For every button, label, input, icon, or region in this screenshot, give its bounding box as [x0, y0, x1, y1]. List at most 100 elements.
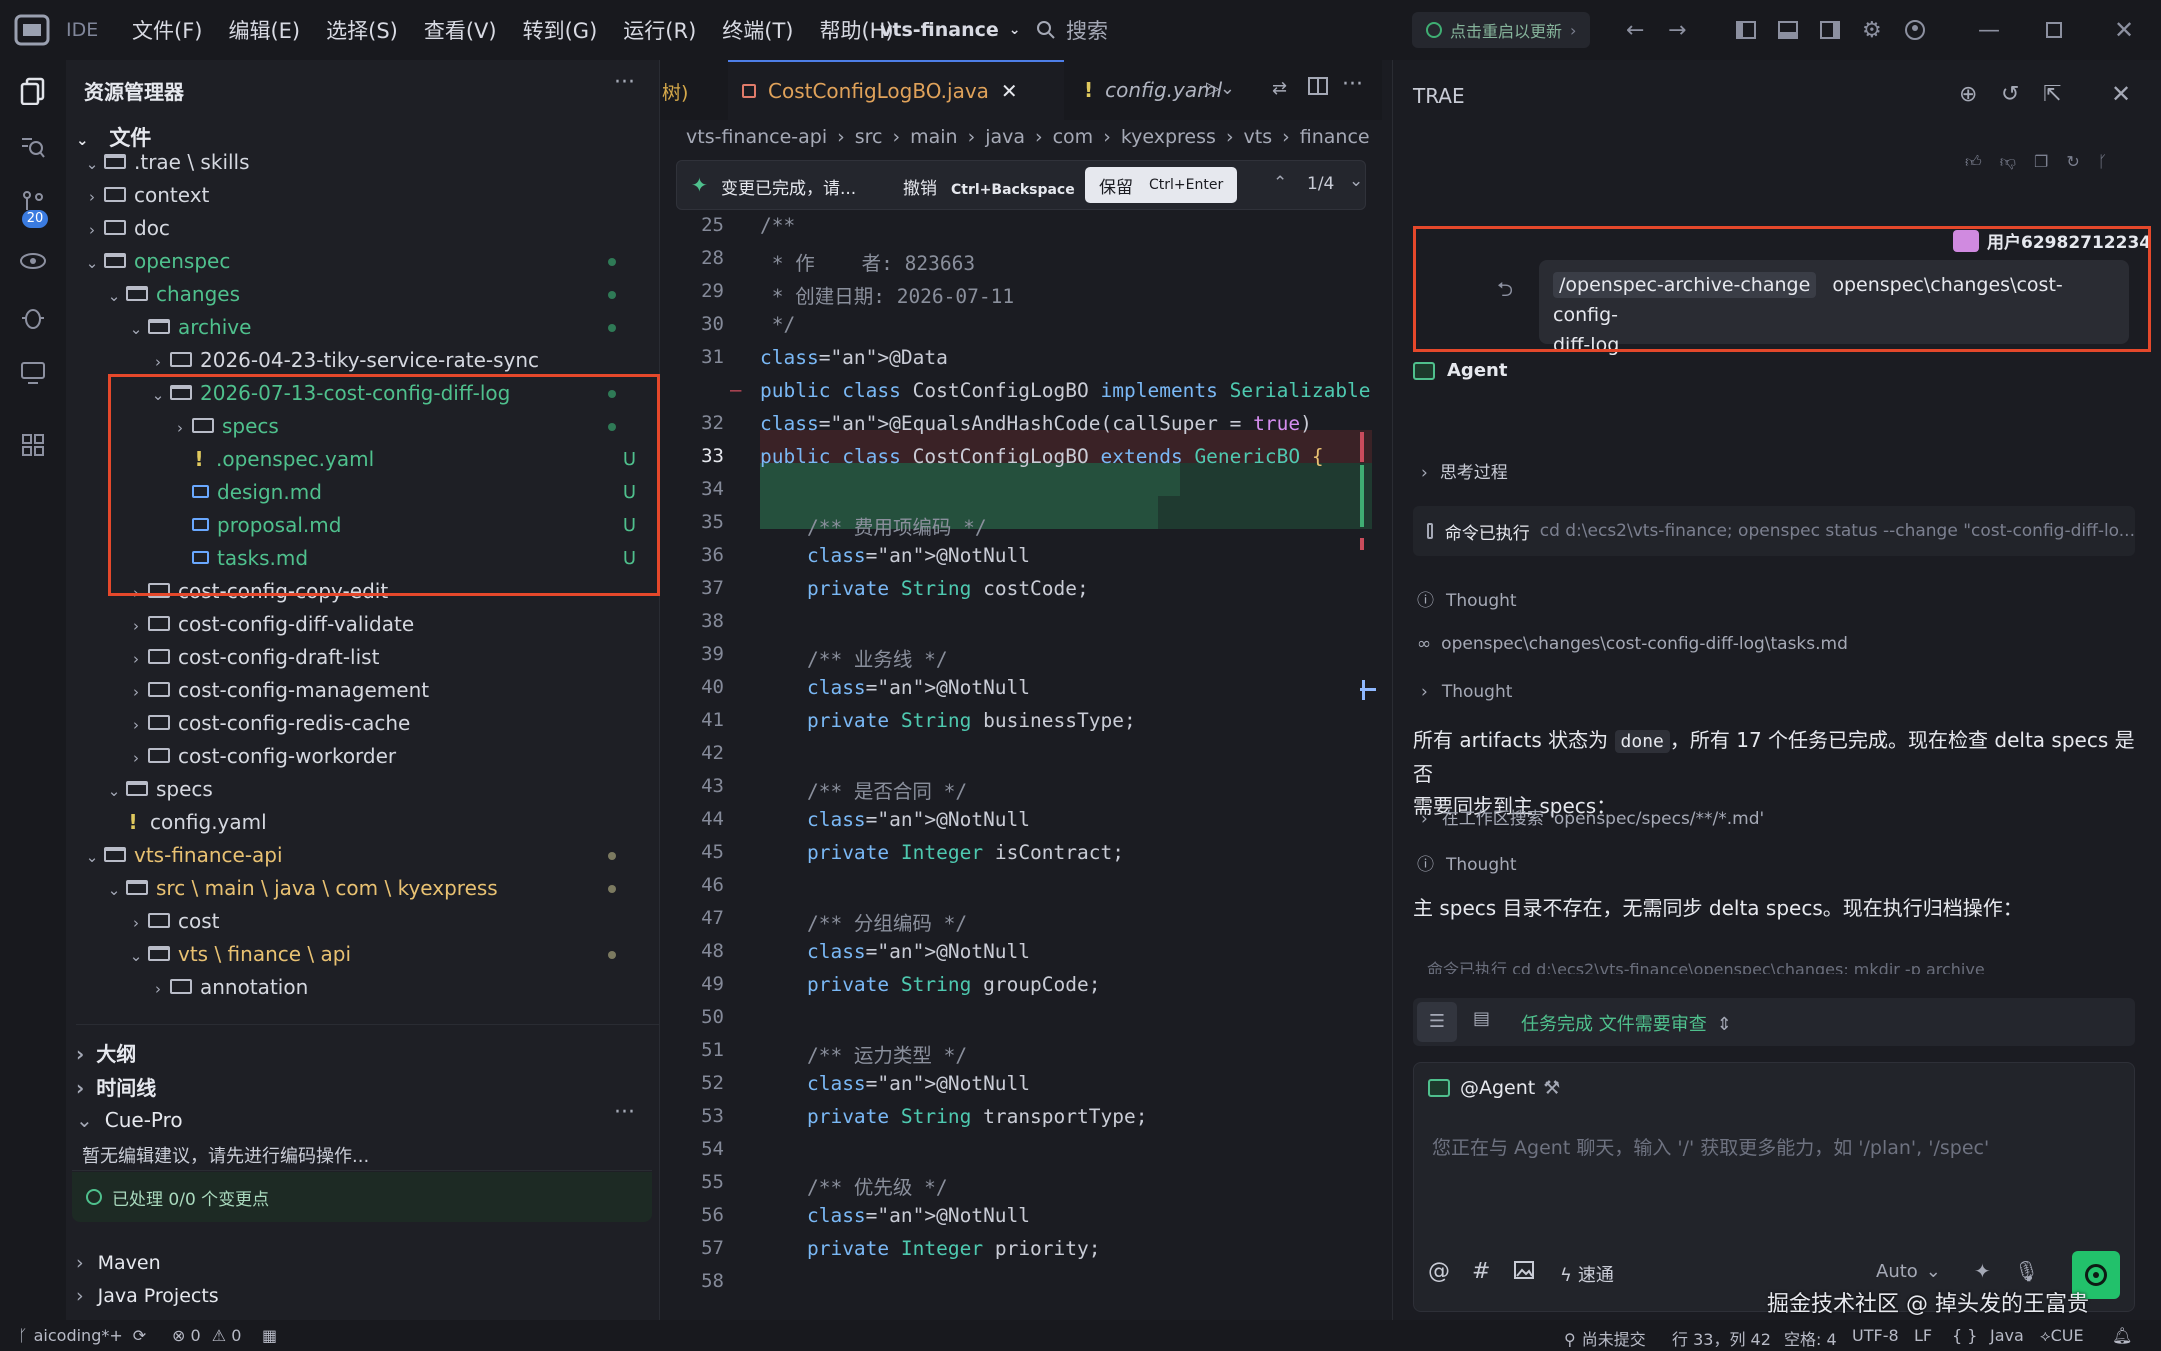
maximize-icon[interactable] — [2046, 0, 2062, 60]
problems-indicator[interactable]: ⊗ 0 ⚠ 0 — [172, 1326, 241, 1345]
nav-forward-icon[interactable]: → — [1668, 0, 1686, 60]
split-editor-icon[interactable] — [1308, 76, 1328, 100]
agent-mention[interactable]: @Agent ⚒ — [1428, 1077, 1560, 1099]
crumb[interactable]: kyexpress — [1121, 126, 1216, 148]
search-code-icon[interactable] — [12, 126, 54, 168]
tree-item[interactable]: ⌄ specs — [66, 773, 660, 806]
sparkle-enhance-icon[interactable]: ✦ — [1974, 1259, 1991, 1283]
thinking-toggle[interactable]: › 思考过程 — [1421, 458, 1508, 483]
cuepro-section[interactable]: ⌄ Cue-Pro — [76, 1108, 183, 1132]
maven-section[interactable]: › Maven — [76, 1252, 161, 1274]
indentation[interactable]: 空格: 4 — [1784, 1326, 1837, 1350]
project-switcher[interactable]: vts-finance ⌄ — [880, 0, 1021, 60]
java-projects-section[interactable]: › Java Projects — [76, 1285, 219, 1307]
regenerate-icon[interactable]: ↻ — [2066, 152, 2097, 171]
tree-item[interactable]: › cost-config-diff-validate — [66, 608, 660, 641]
more-actions-icon[interactable]: ··· — [614, 70, 635, 95]
tree-item[interactable]: › context — [66, 179, 660, 212]
compare-icon[interactable]: ⇄ — [1272, 78, 1287, 99]
close-tab-icon[interactable]: ✕ — [1001, 79, 1018, 103]
crumb[interactable]: vts-finance-api — [686, 126, 827, 148]
language-mode[interactable]: Java — [1990, 1326, 2024, 1345]
menu-goto[interactable]: 转到(G) — [523, 15, 598, 45]
tree-item[interactable]: › cost-config-redis-cache — [66, 707, 660, 740]
new-chat-icon[interactable]: ⊕ — [1959, 82, 1977, 107]
tree-item[interactable]: › cost-config-draft-list — [66, 641, 660, 674]
crumb[interactable]: src — [855, 126, 883, 148]
update-button[interactable]: 点击重启以更新 › — [1412, 12, 1591, 48]
tree-item[interactable]: ! config.yaml — [66, 806, 660, 839]
timeline-section[interactable]: › 时间线 — [76, 1072, 156, 1101]
tab-partial[interactable]: 树) — [662, 78, 688, 105]
run-icon[interactable]: ▷⌄ — [1206, 78, 1235, 99]
tree-item[interactable]: ⌄ changes — [66, 278, 660, 311]
task-status[interactable]: 任务完成 文件需要审查 ⇕ — [1521, 1010, 1732, 1036]
nav-back-icon[interactable]: ← — [1626, 0, 1644, 60]
cue-indicator[interactable]: ⟡CUE — [2040, 1326, 2084, 1346]
menu-file[interactable]: 文件(F) — [132, 15, 202, 45]
terminal-toggle-icon[interactable]: ▦ — [262, 1326, 277, 1345]
cuepro-more-icon[interactable]: ··· — [614, 1100, 635, 1125]
close-window-icon[interactable]: ✕ — [2114, 0, 2134, 60]
menu-run[interactable]: 运行(R) — [623, 15, 696, 45]
popout-icon[interactable]: ⇱ — [2043, 82, 2061, 107]
tree-item[interactable]: › cost — [66, 905, 660, 938]
tree-item[interactable]: ⌄ src \ main \ java \ com \ kyexpress — [66, 872, 660, 905]
prev-change-icon[interactable]: ⌃ — [1273, 173, 1287, 193]
commit-status[interactable]: ⚲ 尚未提交 — [1564, 1326, 1646, 1350]
git-branch[interactable]: ᚴ aicoding*+ ⟳ — [18, 1326, 146, 1345]
remote-monitor-icon[interactable] — [12, 352, 54, 394]
toggle-sidebar-icon[interactable] — [1736, 0, 1756, 60]
mention-at-icon[interactable]: @ — [1428, 1259, 1450, 1284]
outline-section[interactable]: › 大纲 — [76, 1038, 136, 1067]
crumb[interactable]: main — [910, 126, 957, 148]
menu-view[interactable]: 查看(V) — [424, 15, 497, 45]
end-of-line[interactable]: LF — [1914, 1326, 1932, 1345]
debug-bug-icon[interactable] — [12, 296, 54, 338]
editor-more-icon[interactable]: ··· — [1342, 72, 1363, 97]
encoding[interactable]: UTF-8 — [1852, 1326, 1899, 1345]
tree-item[interactable]: › cost-config-workorder — [66, 740, 660, 773]
crumb[interactable]: com — [1053, 126, 1094, 148]
thought-1[interactable]: ⓘ Thought — [1417, 586, 1517, 611]
image-upload-icon[interactable] — [1514, 1261, 1534, 1283]
keep-button[interactable]: 保留 Ctrl+Enter — [1085, 167, 1238, 203]
toggle-secondary-sidebar-icon[interactable] — [1820, 0, 1840, 60]
thought-2[interactable]: › Thought — [1421, 682, 1512, 702]
tree-item[interactable]: › annotation — [66, 971, 660, 1004]
braces-indicator[interactable]: { } — [1952, 1326, 1977, 1345]
crumb[interactable]: java — [985, 126, 1025, 148]
tree-item[interactable]: ⌄ vts \ finance \ api — [66, 938, 660, 971]
task-list-icon[interactable]: ☰ — [1417, 1002, 1457, 1042]
speed-mode-toggle[interactable]: ϟ 速通 — [1560, 1261, 1614, 1287]
workspace-search[interactable]: › 在工作区搜索 'openspec/specs/**/*.md' — [1421, 804, 1764, 829]
menu-select[interactable]: 选择(S) — [326, 15, 398, 45]
tree-item[interactable]: › 2026-04-23-tiky-service-rate-sync — [66, 344, 660, 377]
tree-item[interactable]: › doc — [66, 212, 660, 245]
minimize-icon[interactable]: — — [1978, 0, 2000, 60]
crumb[interactable]: finance — [1300, 126, 1370, 148]
hash-context-icon[interactable]: # — [1472, 1259, 1490, 1284]
menu-terminal[interactable]: 终端(T) — [722, 15, 793, 45]
document-icon[interactable]: ▤ — [1473, 1008, 1490, 1029]
file-read-ref[interactable]: ∞ openspec\changes\cost-config-diff-log\t… — [1417, 634, 1848, 654]
branch-icon[interactable]: ᚴ — [2098, 152, 2126, 171]
settings-gear-icon[interactable]: ⚙ — [1862, 0, 1882, 60]
model-selector[interactable]: Auto ⌄ — [1876, 1261, 1941, 1282]
code-editor[interactable]: 25 /** 28 * 作 者: 823663 29 * 创建日期: 2026-07-… — [660, 210, 1382, 1320]
extensions-grid-icon[interactable] — [12, 424, 54, 466]
notifications-icon[interactable]: 🔔︎ — [2112, 1326, 2132, 1345]
crumb[interactable]: vts — [1244, 126, 1273, 148]
tree-item[interactable]: ⌄ vts-finance-api — [66, 839, 660, 872]
toggle-panel-icon[interactable] — [1778, 0, 1798, 60]
next-change-icon[interactable]: ⌄ — [1349, 171, 1363, 191]
tree-item[interactable]: ⌄ .trae \ skills — [66, 146, 660, 179]
tree-item[interactable]: › cost-config-management — [66, 674, 660, 707]
eye-preview-icon[interactable] — [12, 240, 54, 282]
tab-costconfiglogbo[interactable]: CostConfigLogBO.java ✕ — [728, 60, 1064, 120]
history-icon[interactable]: ↺ — [2001, 82, 2019, 107]
account-icon[interactable] — [1904, 0, 1926, 60]
tree-item[interactable]: ⌄ openspec — [66, 245, 660, 278]
command-executed-2-partial[interactable]: 命令已执行 cd d:\ecs2\vts-finance\openspec\ch… — [1413, 956, 2135, 974]
chat-input[interactable]: 您正在与 Agent 聊天，输入 '/' 获取更多能力，如 '/plan', '… — [1432, 1133, 1989, 1160]
